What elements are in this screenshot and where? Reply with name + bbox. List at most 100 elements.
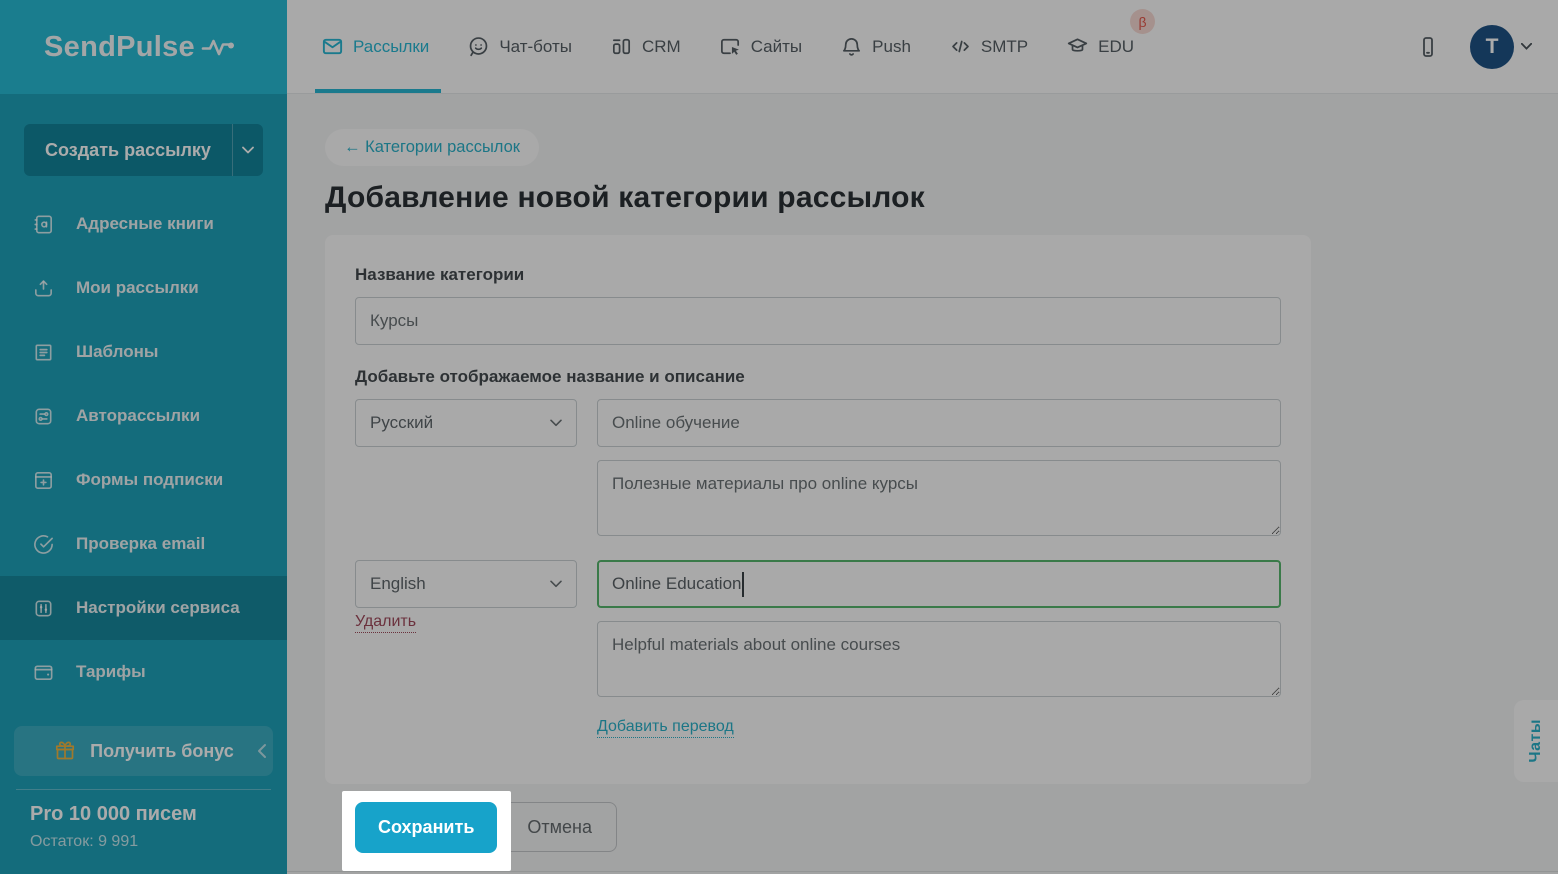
back-link-campaign-categories[interactable]: ← Категории рассылок <box>325 129 539 166</box>
sidebar-item-label: Адресные книги <box>76 214 214 234</box>
input-value: Online Education <box>612 574 741 594</box>
mobile-app-icon[interactable] <box>1416 35 1440 59</box>
sidebar-item-subscription-forms[interactable]: Формы подписки <box>0 448 287 512</box>
translation-description-row-english: Helpful materials about online courses <box>355 621 1281 702</box>
save-button[interactable]: Сохранить <box>355 802 497 853</box>
sidebar-item-templates[interactable]: Шаблоны <box>0 320 287 384</box>
sidebar-nav: Адресные книги Мои рассылки <box>0 192 287 704</box>
content-bottom-divider <box>287 871 1558 872</box>
sidebar-item-label: Мои рассылки <box>76 278 199 298</box>
site-cursor-icon <box>719 35 742 58</box>
translation-description-row-russian: Полезные материалы про online курсы <box>355 460 1281 541</box>
translation-row-russian: Русский <box>355 399 1281 447</box>
tab-sites[interactable]: Сайты <box>717 0 804 93</box>
plan-name: Pro 10 000 писем <box>30 803 271 826</box>
category-form-card: Название категории Добавьте отображаемое… <box>325 235 1311 784</box>
sidebar-item-autoresponders[interactable]: Авторассылки <box>0 384 287 448</box>
plan-info: Pro 10 000 писем Остаток: 9 991 <box>0 790 287 851</box>
sidebar: SendPulse Создать рассылку <box>0 0 287 874</box>
create-campaign-dropdown[interactable] <box>232 124 263 176</box>
tab-smtp[interactable]: SMTP <box>947 0 1030 93</box>
mail-icon <box>321 35 344 58</box>
sidebar-item-email-verification[interactable]: Проверка email <box>0 512 287 576</box>
add-translation-link[interactable]: Добавить перевод <box>597 718 734 738</box>
sidebar-item-service-settings[interactable]: Настройки сервиса <box>0 576 287 640</box>
category-name-label: Название категории <box>355 265 1281 285</box>
tab-chatbots[interactable]: Чат-боты <box>465 0 574 93</box>
add-translation-row: Добавить перевод <box>355 702 1281 738</box>
chats-tab-label: Чаты <box>1527 719 1545 763</box>
pulse-icon <box>201 35 247 59</box>
plan-balance: Остаток: 9 991 <box>30 833 271 851</box>
avatar: T <box>1470 25 1514 69</box>
tour-spotlight-box: Сохранить <box>342 791 511 871</box>
tab-label: SMTP <box>981 37 1028 57</box>
tab-label: Сайты <box>751 37 802 57</box>
tab-campaigns[interactable]: Рассылки <box>319 0 431 93</box>
address-book-icon <box>32 213 55 236</box>
topbar-right: T <box>1416 0 1532 93</box>
cancel-button[interactable]: Отмена <box>502 802 617 852</box>
caret-down-icon <box>1521 43 1532 50</box>
tab-crm[interactable]: CRM <box>608 0 683 93</box>
account-menu[interactable]: T <box>1470 25 1532 69</box>
form-window-icon <box>32 469 55 492</box>
tab-label: Рассылки <box>353 37 429 57</box>
send-tray-icon <box>32 277 55 300</box>
language-select-russian[interactable]: Русский <box>355 399 577 447</box>
sidebar-item-pricing[interactable]: Тарифы <box>0 640 287 704</box>
logo-text: SendPulse <box>44 31 195 64</box>
form-actions: Сохранить Отмена <box>342 791 1558 871</box>
language-select-english[interactable]: English <box>355 560 577 608</box>
sidebar-item-address-books[interactable]: Адресные книги <box>0 192 287 256</box>
top-navigation: Рассылки Чат-боты <box>287 0 1558 94</box>
sidebar-item-label: Формы подписки <box>76 470 223 490</box>
sendpulse-logo[interactable]: SendPulse <box>44 31 247 64</box>
app-window: SendPulse Создать рассылку <box>0 0 1558 874</box>
get-bonus-label: Получить бонус <box>90 741 234 762</box>
graduation-cap-icon <box>1066 35 1089 58</box>
tab-label: Push <box>872 37 911 57</box>
gift-icon <box>53 739 77 763</box>
description-textarea-english[interactable]: Helpful materials about online courses <box>597 621 1281 697</box>
get-bonus-button[interactable]: Получить бонус <box>14 726 273 776</box>
automation-icon <box>32 405 55 428</box>
crm-columns-icon <box>610 35 633 58</box>
create-campaign-button[interactable]: Создать рассылку <box>24 124 263 176</box>
tab-edu[interactable]: EDU β <box>1064 0 1136 93</box>
sidebar-item-label: Авторассылки <box>76 406 200 426</box>
display-name-input-russian[interactable] <box>597 399 1281 447</box>
page-title: Добавление новой категории рассылок <box>325 181 1558 215</box>
wallet-icon <box>32 661 55 684</box>
main-area: Рассылки Чат-боты <box>287 0 1558 874</box>
chatbot-icon <box>467 35 490 58</box>
page-content: ← Категории рассылок Добавление новой ка… <box>287 94 1558 874</box>
category-name-input[interactable] <box>355 297 1281 345</box>
description-textarea-russian[interactable]: Полезные материалы про online курсы <box>597 460 1281 536</box>
tab-label: CRM <box>642 37 681 57</box>
chevron-down-icon <box>550 580 562 588</box>
display-name-input-english[interactable]: Online Education <box>597 560 1281 608</box>
template-stamp-icon <box>32 341 55 364</box>
create-campaign-label: Создать рассылку <box>24 124 232 176</box>
language-select-value: English <box>370 574 426 594</box>
sidebar-header: SendPulse <box>0 0 287 94</box>
sidebar-item-my-campaigns[interactable]: Мои рассылки <box>0 256 287 320</box>
bell-icon <box>840 35 863 58</box>
caret-down-icon <box>242 146 254 154</box>
tab-label: Чат-боты <box>499 37 572 57</box>
chevron-left-icon[interactable] <box>256 743 267 759</box>
chats-side-tab[interactable]: Чаты <box>1514 700 1558 782</box>
sidebar-item-label: Настройки сервиса <box>76 598 240 618</box>
sidebar-item-label: Тарифы <box>76 662 146 682</box>
beta-badge: β <box>1130 9 1155 34</box>
code-icon <box>949 35 972 58</box>
translation-row-english: English Удалить Online Education <box>355 560 1281 608</box>
chevron-down-icon <box>550 419 562 427</box>
sliders-icon <box>32 597 55 620</box>
text-cursor <box>742 572 744 597</box>
check-circle-icon <box>32 533 55 556</box>
translations-label: Добавьте отображаемое название и описани… <box>355 367 1281 387</box>
sidebar-item-label: Шаблоны <box>76 342 158 362</box>
tab-push[interactable]: Push <box>838 0 913 93</box>
